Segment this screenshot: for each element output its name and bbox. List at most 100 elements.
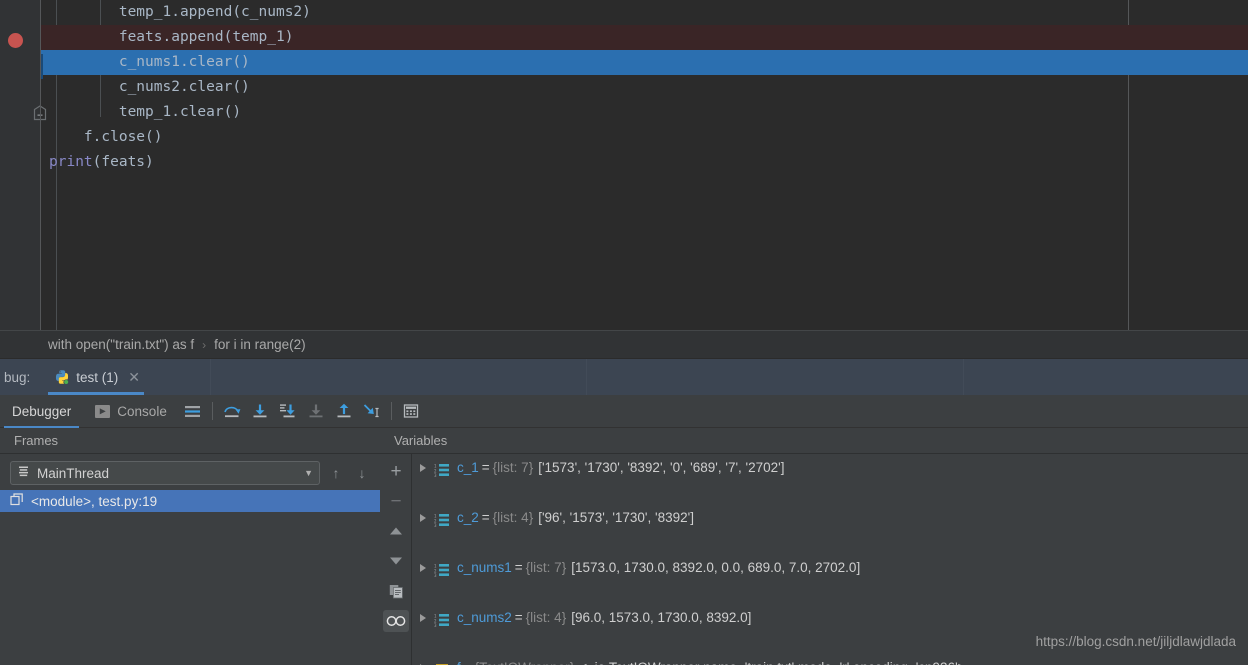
step-into-button[interactable] [246,395,274,428]
python-run-icon [54,369,70,385]
variable-name: c_2 [457,510,479,525]
frame-icon [10,492,24,510]
tab-debugger[interactable]: Debugger [0,395,83,428]
step-into-my-code-button [302,395,330,428]
frames-panel[interactable]: Frames MainThread ▼ ↑ ↓ <module>, test.p… [0,428,380,665]
toolbar-separator [211,402,213,420]
builtin-token: print [49,154,93,170]
step-over-button[interactable] [218,395,246,428]
tab-console[interactable]: ▶ Console [83,395,179,428]
variable-type: {list: 7} [525,560,567,575]
evaluate-expression-button[interactable] [397,395,425,428]
expand-twisty[interactable] [412,463,434,472]
frames-panel-header: Frames [0,428,380,454]
remove-watch-button[interactable]: − [383,490,409,512]
object-icon [434,660,452,665]
variable-row[interactable]: 1 2 3 c_nums1 = {list: 7} [1573.0, 1730.… [412,555,1248,580]
frame-down-button[interactable]: ↓ [352,465,372,481]
variable-row[interactable]: 1 2 3 c_2 = {list: 4} ['96', '1573', '17… [412,505,1248,530]
watches-button[interactable] [383,610,409,632]
variable-value: [96.0, 1573.0, 1730.0, 8392.0] [571,610,752,625]
variable-name: f [457,655,461,665]
variable-row[interactable]: f = {TextIOWrapper} <_io.TextIOWrapper n… [412,655,1248,665]
step-out-button[interactable] [330,395,358,428]
session-tab-label: test (1) [76,369,119,385]
tabbar-slot [587,359,963,395]
list-icon: 1 2 3 [434,510,452,528]
close-icon[interactable]: ✕ [128,369,140,386]
breadcrumb[interactable]: with open("train.txt") as f › for i in r… [0,330,1248,358]
equals-sign: = [481,510,490,525]
copy-value-button[interactable] [383,580,409,602]
variable-value: ['96', '1573', '1730', '8392'] [538,510,694,525]
variable-name: c_1 [457,460,479,475]
code-editor[interactable]: temp_1.append(c_nums2) feats.append(temp… [0,0,1248,330]
mute-breakpoints-button[interactable] [179,395,207,428]
move-down-button[interactable] [383,550,409,572]
toolbar-separator [390,402,392,420]
expand-twisty[interactable] [412,513,434,522]
list-icon: 1 2 3 [434,610,452,628]
variable-value: ['1573', '1730', '8392', '0', '689', '7'… [538,460,785,475]
move-up-button[interactable] [383,520,409,542]
variable-name: c_nums2 [457,610,512,625]
force-step-into-button[interactable] [274,395,302,428]
watermark-url: https://blog.csdn.net/jiljdlawjdlada [1035,634,1236,649]
tab-console-label: Console [117,403,167,419]
expand-twisty[interactable] [412,613,434,622]
code-line[interactable]: temp_1.clear() [41,100,1248,125]
breadcrumb-item-0[interactable]: with open("train.txt") as f [48,337,194,352]
tabbar-spacer [152,359,210,395]
list-icon: 1 2 3 [434,560,452,578]
variable-value: <_io.TextIOWrapper name='train.txt' mode… [579,655,965,665]
console-icon: ▶ [95,404,111,418]
thread-select-label: MainThread [37,465,110,481]
svg-text:3: 3 [434,473,437,477]
tabbar-slot [211,359,586,395]
variable-type: {list: 4} [492,510,534,525]
frame-item-label: <module>, test.py:19 [31,493,158,509]
equals-sign: = [481,460,490,475]
breadcrumb-item-1[interactable]: for i in range(2) [214,337,306,352]
expand-twisty[interactable] [412,563,434,572]
svg-text:3: 3 [434,623,437,627]
code-line[interactable]: f.close() [41,125,1248,150]
code-line[interactable]: print(feats) [41,150,1248,175]
code-token: (feats) [92,154,154,170]
code-lines-container[interactable]: temp_1.append(c_nums2) feats.append(temp… [41,0,1248,330]
variable-row[interactable]: 1 2 3 c_1 = {list: 7} ['1573', '1730', '… [412,455,1248,480]
chevron-right-icon: › [202,337,207,352]
code-line[interactable]: c_nums2.clear() [41,75,1248,100]
variable-type: {TextIOWrapper} [475,655,575,665]
execution-pointer [41,54,43,79]
tab-debugger-label: Debugger [12,403,72,419]
svg-text:3: 3 [434,573,437,577]
variable-name: c_nums1 [457,560,512,575]
code-line[interactable]: temp_1.append(c_nums2) [41,0,1248,25]
chevron-down-icon[interactable]: ▼ [304,468,313,478]
add-watch-button[interactable]: + [383,460,409,482]
variables-toolbar-rail[interactable]: + − [381,454,411,665]
equals-sign: = [514,610,523,625]
thread-select[interactable]: MainThread ▼ [10,461,320,485]
breakpoint-icon[interactable] [8,33,23,48]
svg-text:3: 3 [434,523,437,527]
variable-type: {list: 4} [525,610,567,625]
thread-icon [17,465,30,481]
session-tab-test[interactable]: test (1) ✕ [40,359,153,395]
frame-item-module[interactable]: <module>, test.py:19 [0,490,380,512]
tabbar-slot [964,359,1248,395]
editor-gutter[interactable] [0,0,40,330]
equals-sign: = [464,655,472,665]
variable-value: [1573.0, 1730.0, 8392.0, 0.0, 689.0, 7.0… [571,560,861,575]
code-line[interactable]: c_nums1.clear() [41,50,1248,75]
run-to-cursor-button[interactable] [358,395,386,428]
variable-row[interactable]: 1 2 3 c_nums2 = {list: 4} [96.0, 1573.0,… [412,605,1248,630]
debug-tool-window-tabbar[interactable]: bug: test (1) ✕ [0,359,1248,395]
frame-up-button[interactable]: ↑ [326,465,346,481]
code-line[interactable]: feats.append(temp_1) [41,25,1248,50]
variables-panel-header: Variables [380,428,1248,454]
equals-sign: = [514,560,523,575]
thread-selector-row[interactable]: MainThread ▼ ↑ ↓ [0,454,380,490]
debugger-toolbar[interactable]: Debugger ▶ Console [0,395,1248,428]
